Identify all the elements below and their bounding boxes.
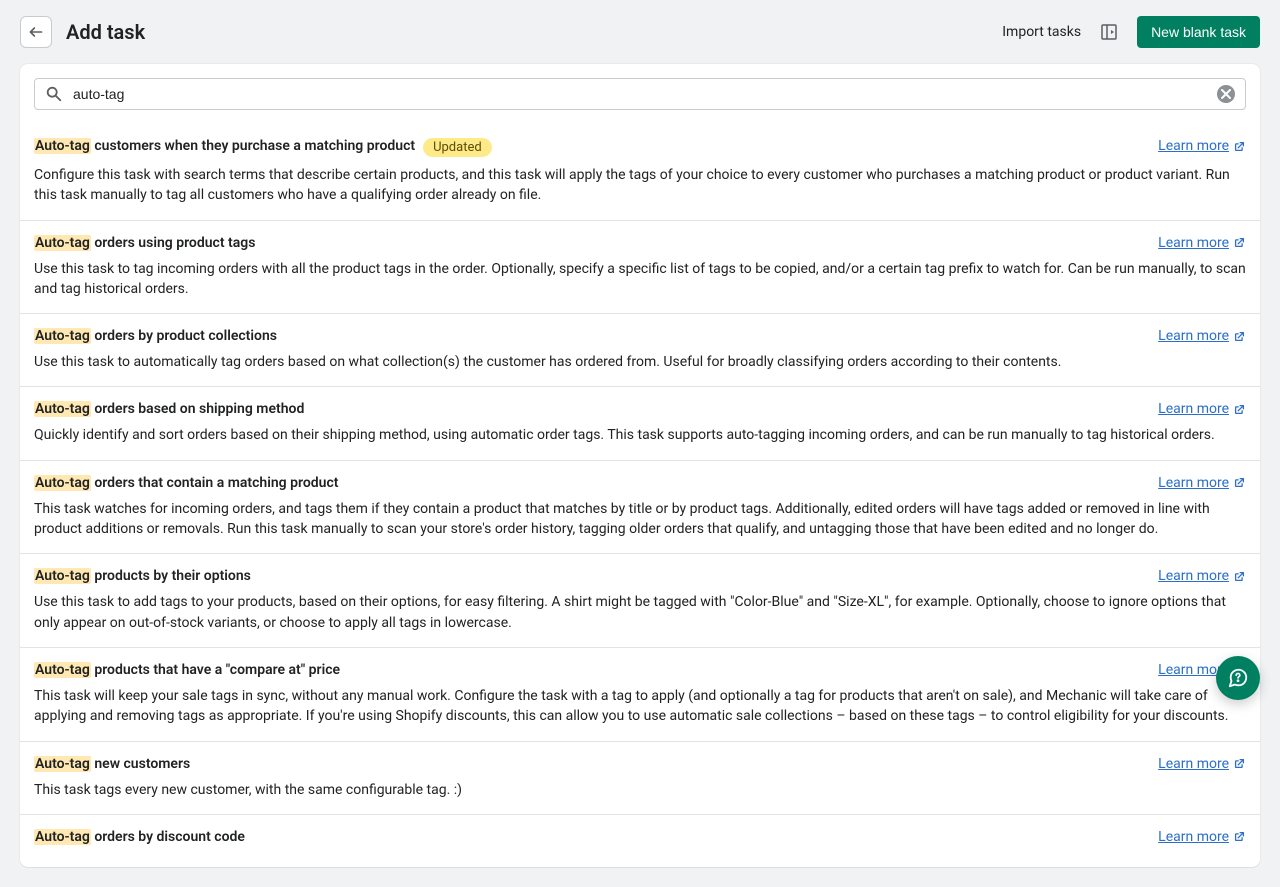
learn-more-link[interactable]: Learn more xyxy=(1158,475,1246,491)
search-icon xyxy=(45,85,63,103)
search-container xyxy=(20,64,1260,124)
task-title: Auto-tag orders based on shipping method xyxy=(34,401,304,417)
import-tasks-link[interactable]: Import tasks xyxy=(1002,24,1081,40)
search-highlight: Auto-tag xyxy=(34,401,91,417)
external-link-icon xyxy=(1233,757,1246,770)
task-title: Auto-tag orders by discount code xyxy=(34,829,245,845)
learn-more-label: Learn more xyxy=(1158,829,1229,845)
task-description: Use this task to add tags to your produc… xyxy=(34,592,1246,633)
task-title: Auto-tag orders using product tags xyxy=(34,235,255,251)
task-list: Auto-tag customers when they purchase a … xyxy=(20,124,1260,867)
search-box xyxy=(34,78,1246,110)
task-title-rest: orders by discount code xyxy=(91,829,245,845)
external-link-icon xyxy=(1233,236,1246,249)
task-item[interactable]: Auto-tag products that have a "compare a… xyxy=(20,648,1260,742)
search-highlight: Auto-tag xyxy=(34,475,91,491)
search-highlight: Auto-tag xyxy=(34,328,91,344)
learn-more-link[interactable]: Learn more xyxy=(1158,756,1246,772)
arrow-left-icon xyxy=(28,24,44,40)
task-title: Auto-tag new customers xyxy=(34,756,190,772)
external-link-icon xyxy=(1233,330,1246,343)
task-head: Auto-tag orders based on shipping method xyxy=(34,401,1246,417)
task-item[interactable]: Auto-tag customers when they purchase a … xyxy=(20,124,1260,221)
task-head: Auto-tag orders using product tags xyxy=(34,235,1246,251)
task-head: Auto-tag customers when they purchase a … xyxy=(34,138,1246,157)
updated-badge: Updated xyxy=(423,138,492,157)
task-title: Auto-tag products by their options xyxy=(34,568,251,584)
task-title-rest: orders by product collections xyxy=(91,328,277,344)
task-item[interactable]: Auto-tag orders by product collections Us… xyxy=(20,314,1260,387)
learn-more-label: Learn more xyxy=(1158,235,1229,251)
task-head: Auto-tag new customers xyxy=(34,756,1246,772)
search-highlight: Auto-tag xyxy=(34,235,91,251)
search-highlight: Auto-tag xyxy=(34,662,91,678)
task-head: Auto-tag orders by discount code xyxy=(34,829,1246,845)
learn-more-link[interactable]: Learn more xyxy=(1158,328,1246,344)
learn-more-label: Learn more xyxy=(1158,568,1229,584)
search-highlight: Auto-tag xyxy=(34,138,91,154)
learn-more-link[interactable]: Learn more xyxy=(1158,138,1246,154)
task-description: Use this task to automatically tag order… xyxy=(34,352,1246,372)
task-item[interactable]: Auto-tag new customers This task tags eve… xyxy=(20,742,1260,815)
task-item[interactable]: Auto-tag products by their options Use th… xyxy=(20,554,1260,648)
search-highlight: Auto-tag xyxy=(34,568,91,584)
task-description: Quickly identify and sort orders based o… xyxy=(34,425,1246,445)
task-head: Auto-tag products that have a "compare a… xyxy=(34,662,1246,678)
task-title: Auto-tag orders that contain a matching … xyxy=(34,475,338,491)
task-description: Use this task to tag incoming orders wit… xyxy=(34,259,1246,300)
learn-more-link[interactable]: Learn more xyxy=(1158,829,1246,845)
close-icon xyxy=(1221,89,1231,99)
task-title-rest: customers when they purchase a matching … xyxy=(91,138,415,154)
learn-more-label: Learn more xyxy=(1158,401,1229,417)
task-item[interactable]: Auto-tag orders that contain a matching … xyxy=(20,461,1260,555)
task-description: This task tags every new customer, with … xyxy=(34,780,1246,800)
external-link-icon xyxy=(1233,403,1246,416)
search-highlight: Auto-tag xyxy=(34,829,91,845)
task-title-rest: new customers xyxy=(91,756,190,772)
header-actions: Import tasks New blank task xyxy=(1002,16,1260,48)
task-head: Auto-tag orders by product collections xyxy=(34,328,1246,344)
page-title: Add task xyxy=(66,20,988,44)
new-blank-task-button[interactable]: New blank task xyxy=(1137,16,1260,48)
learn-more-label: Learn more xyxy=(1158,328,1229,344)
task-description: This task watches for incoming orders, a… xyxy=(34,499,1246,540)
task-item[interactable]: Auto-tag orders using product tags Use th… xyxy=(20,221,1260,315)
task-title: Auto-tag customers when they purchase a … xyxy=(34,138,415,154)
page-header: Add task Import tasks New blank task xyxy=(0,0,1280,64)
task-title-rest: orders based on shipping method xyxy=(91,401,304,417)
learn-more-label: Learn more xyxy=(1158,138,1229,154)
task-head: Auto-tag orders that contain a matching … xyxy=(34,475,1246,491)
task-item[interactable]: Auto-tag orders by discount code Learn mo… xyxy=(20,815,1260,867)
expand-button[interactable] xyxy=(1097,20,1121,44)
chat-help-icon xyxy=(1227,667,1249,689)
task-description: Configure this task with search terms th… xyxy=(34,165,1246,206)
learn-more-link[interactable]: Learn more xyxy=(1158,235,1246,251)
task-title-rest: orders using product tags xyxy=(91,235,256,251)
help-fab-button[interactable] xyxy=(1216,656,1260,700)
learn-more-label: Learn more xyxy=(1158,756,1229,772)
learn-more-label: Learn more xyxy=(1158,475,1229,491)
task-description: This task will keep your sale tags in sy… xyxy=(34,686,1246,727)
back-button[interactable] xyxy=(20,16,52,48)
task-title: Auto-tag orders by product collections xyxy=(34,328,277,344)
external-link-icon xyxy=(1233,476,1246,489)
expand-icon xyxy=(1099,22,1119,42)
clear-search-button[interactable] xyxy=(1217,85,1235,103)
task-title-rest: products by their options xyxy=(91,568,251,584)
learn-more-link[interactable]: Learn more xyxy=(1158,568,1246,584)
search-highlight: Auto-tag xyxy=(34,756,91,772)
task-title-rest: orders that contain a matching product xyxy=(91,475,339,491)
task-item[interactable]: Auto-tag orders based on shipping method… xyxy=(20,387,1260,460)
task-head: Auto-tag products by their options xyxy=(34,568,1246,584)
task-list-card: Auto-tag customers when they purchase a … xyxy=(20,64,1260,867)
learn-more-link[interactable]: Learn more xyxy=(1158,401,1246,417)
external-link-icon xyxy=(1233,570,1246,583)
external-link-icon xyxy=(1233,830,1246,843)
task-title: Auto-tag products that have a "compare a… xyxy=(34,662,340,678)
search-input[interactable] xyxy=(73,86,1207,102)
task-title-rest: products that have a "compare at" price xyxy=(91,662,340,678)
external-link-icon xyxy=(1233,140,1246,153)
